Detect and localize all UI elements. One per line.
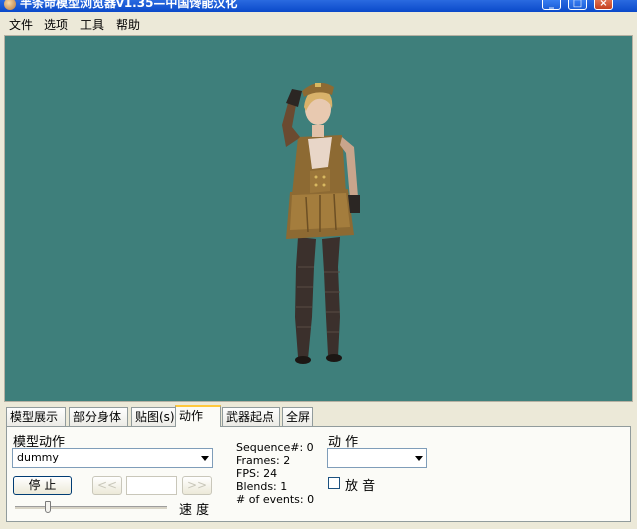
speed-slider-thumb[interactable] (45, 501, 52, 513)
tab-textures[interactable]: 贴图(s) (131, 407, 176, 426)
next-frame-button[interactable]: >> (182, 476, 212, 495)
frame-input[interactable] (126, 476, 177, 495)
tab-weapon-origin[interactable]: 武器起点 (222, 407, 280, 426)
speed-label: 速 度 (179, 503, 210, 518)
sequence-select[interactable]: dummy (12, 448, 213, 468)
sequence-stats: Sequence#: 0 Frames: 2 FPS: 24 Blends: 1… (236, 441, 314, 506)
app-head-icon (4, 0, 16, 10)
tab-sequences[interactable]: 动作 (175, 405, 221, 427)
sequences-panel: 模型动作 dummy 停 止 << >> 速 度 Sequence#: 0 Fr… (6, 426, 631, 522)
window-title: 半条命模型浏览器v1.35—中国馋能汉化 (20, 0, 238, 10)
stop-button[interactable]: 停 止 (13, 476, 72, 495)
minimize-button[interactable]: _ (542, 0, 561, 10)
chevron-down-icon (201, 456, 209, 461)
sound-label: 放 音 (345, 479, 376, 494)
tab-model-display[interactable]: 模型展示 (6, 407, 66, 426)
tab-fullscreen[interactable]: 全屏 (282, 407, 313, 426)
stat-sequence: Sequence#: 0 (236, 441, 314, 454)
close-button[interactable]: × (594, 0, 613, 10)
stat-fps: FPS: 24 (236, 467, 278, 480)
model-viewport[interactable] (4, 35, 633, 402)
menu-file[interactable]: 文件 (9, 16, 33, 33)
stat-events: # of events: 0 (236, 493, 315, 506)
menu-help[interactable]: 帮助 (116, 16, 140, 33)
prev-frame-button[interactable]: << (92, 476, 122, 495)
menu-bar: 文件 选项 工具 帮助 (0, 12, 637, 34)
character-model (282, 82, 360, 364)
speed-slider-track[interactable] (15, 506, 167, 509)
chevron-down-icon (415, 456, 423, 461)
sequence-select-value: dummy (17, 451, 59, 464)
action-select[interactable] (327, 448, 427, 468)
menu-tools[interactable]: 工具 (80, 16, 104, 33)
stat-blends: Blends: 1 (236, 480, 288, 493)
maximize-button[interactable]: □ (568, 0, 587, 10)
stat-frames: Frames: 2 (236, 454, 291, 467)
tab-body-parts[interactable]: 部分身体 (69, 407, 128, 426)
sound-checkbox[interactable] (328, 477, 340, 489)
title-bar[interactable]: 半条命模型浏览器v1.35—中国馋能汉化 _ □ × (0, 0, 637, 12)
menu-options[interactable]: 选项 (44, 16, 68, 33)
